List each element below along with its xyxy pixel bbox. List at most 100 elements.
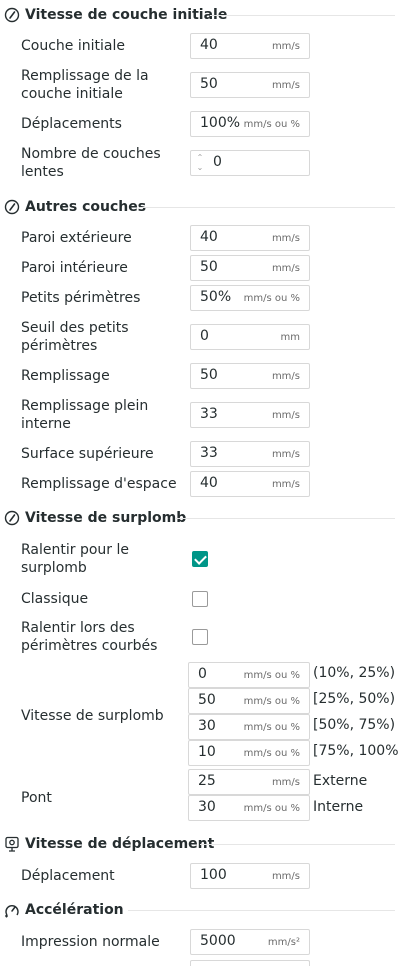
input-value: 40 [200, 229, 218, 245]
input-value: 33 [200, 445, 218, 461]
normal-print-accel-input[interactable]: 5000 mm/s² [190, 929, 310, 955]
travel-speed-input[interactable]: 100 mm/s [190, 863, 310, 889]
input-value: 50% [200, 289, 232, 305]
unit-label: mm/s² [267, 937, 300, 948]
overhang-speed-4-input[interactable]: 10 mm/s ou % [188, 740, 310, 766]
slow-down-curled-label: Ralentir lors des périmètres courbés [21, 620, 158, 654]
gap-fill-speed-input[interactable]: 40 mm/s [190, 471, 310, 497]
input-value: 0 [198, 666, 207, 682]
unit-label: mm/s ou % [243, 722, 300, 733]
unit-label: mm/s [271, 80, 300, 91]
first-layer-speed-input[interactable]: 40 mm/s [190, 33, 310, 59]
speedometer-icon [4, 7, 20, 23]
section-divider [140, 207, 395, 208]
unit-label: mm/s ou % [243, 119, 300, 130]
section-title: Vitesse de déplacement [25, 836, 215, 852]
small-perimeter-threshold-input[interactable]: 0 mm [190, 324, 310, 350]
stepper-down-icon[interactable]: ⌄ [195, 163, 205, 173]
small-perimeter-threshold-label: Seuil des petits périmètres [21, 320, 129, 354]
overhang-range-label: [50%, 75%) [313, 717, 396, 733]
overhang-range-label: [25%, 50%) [313, 691, 396, 707]
unit-label: mm/s ou % [243, 293, 300, 304]
input-value: 40 [200, 475, 218, 491]
top-surface-label: Surface supérieure [21, 446, 154, 462]
overhang-speed-3-input[interactable]: 30 mm/s ou % [188, 714, 310, 740]
input-value: 0 [213, 154, 222, 170]
internal-solid-infill-label: Remplissage plein interne [21, 398, 149, 432]
section-acceleration: Accélération [4, 900, 124, 920]
outer-wall-label: Paroi extérieure [21, 230, 132, 246]
gap-fill-label: Remplissage d'espace [21, 476, 177, 492]
bridge-label: Pont [21, 790, 52, 806]
input-value: 30 [198, 799, 216, 815]
initial-travel-speed-input[interactable]: 100% mm/s ou % [190, 111, 310, 137]
unit-label: mm/s [271, 263, 300, 274]
unit-label: mm/s ou % [243, 670, 300, 681]
input-value: 40 [200, 37, 218, 53]
input-value: 5000 [200, 933, 236, 949]
unit-label: mm/s [271, 41, 300, 52]
input-value: 33 [200, 406, 218, 422]
overhang-speed-label: Vitesse de surplomb [21, 708, 164, 724]
internal-solid-infill-speed-input[interactable]: 33 mm/s [190, 402, 310, 428]
section-title: Autres couches [25, 199, 147, 215]
slow-layers-stepper[interactable]: ⌃ ⌄ 0 [190, 150, 310, 176]
input-value: 100% [200, 115, 241, 131]
slow-down-curled-checkbox[interactable] [192, 629, 208, 645]
unit-label: mm/s [271, 479, 300, 490]
next-row-input-partial[interactable] [190, 960, 310, 966]
section-divider [175, 518, 395, 519]
classic-overhang-checkbox[interactable] [192, 591, 208, 607]
unit-label: mm/s [271, 410, 300, 421]
slow-down-overhang-checkbox[interactable] [192, 551, 208, 567]
unit-label: mm/s ou % [243, 696, 300, 707]
input-value: 50 [200, 259, 218, 275]
bridge-external-label: Externe [313, 773, 368, 789]
section-divider [210, 15, 395, 16]
input-value: 30 [198, 718, 216, 734]
section-other-layers: Autres couches [4, 197, 146, 217]
input-value: 100 [200, 867, 227, 883]
travel-label: Déplacement [21, 868, 115, 884]
classic-overhang-label: Classique [21, 591, 89, 607]
slow-down-overhang-label: Ralentir pour le surplomb [21, 542, 129, 576]
unit-label: mm/s ou % [243, 803, 300, 814]
unit-label: mm [280, 332, 300, 343]
unit-label: mm/s [271, 871, 300, 882]
first-layer-label: Couche initiale [21, 38, 125, 54]
section-divider [200, 844, 395, 845]
bridge-internal-speed-input[interactable]: 30 mm/s ou % [188, 795, 310, 821]
section-divider [128, 910, 395, 911]
overhang-speed-2-input[interactable]: 50 mm/s ou % [188, 688, 310, 714]
section-overhang: Vitesse de surplomb [4, 508, 186, 528]
overhang-speed-1-input[interactable]: 0 mm/s ou % [188, 662, 310, 688]
acceleration-icon [4, 902, 20, 918]
unit-label: mm/s [271, 449, 300, 460]
unit-label: mm/s ou % [243, 748, 300, 759]
inner-wall-label: Paroi intérieure [21, 260, 128, 276]
section-title: Accélération [25, 902, 124, 918]
stepper-up-icon[interactable]: ⌃ [195, 153, 205, 163]
speedometer-icon [4, 199, 20, 215]
outer-wall-speed-input[interactable]: 40 mm/s [190, 225, 310, 251]
inner-wall-speed-input[interactable]: 50 mm/s [190, 255, 310, 281]
slow-layers-label: Nombre de couches lentes [21, 146, 161, 180]
unit-label: mm/s [271, 371, 300, 382]
input-value: 50 [200, 367, 218, 383]
overhang-range-label: (10%, 25%) [313, 665, 396, 681]
first-layer-infill-label: Remplissage de la couche initiale [21, 68, 149, 102]
unit-label: mm/s [271, 777, 300, 788]
small-perimeters-speed-input[interactable]: 50% mm/s ou % [190, 285, 310, 311]
top-surface-speed-input[interactable]: 33 mm/s [190, 441, 310, 467]
small-perimeters-label: Petits périmètres [21, 290, 141, 306]
infill-speed-input[interactable]: 50 mm/s [190, 363, 310, 389]
section-initial-layer: Vitesse de couche initiale [4, 5, 227, 25]
input-value: 50 [200, 76, 218, 92]
normal-print-accel-label: Impression normale [21, 934, 160, 950]
input-value: 10 [198, 744, 216, 760]
section-title: Vitesse de surplomb [25, 510, 187, 526]
bridge-external-speed-input[interactable]: 25 mm/s [188, 769, 310, 795]
first-layer-infill-speed-input[interactable]: 50 mm/s [190, 72, 310, 98]
section-title: Vitesse de couche initiale [25, 7, 228, 23]
section-travel-speed: Vitesse de déplacement [4, 834, 214, 854]
